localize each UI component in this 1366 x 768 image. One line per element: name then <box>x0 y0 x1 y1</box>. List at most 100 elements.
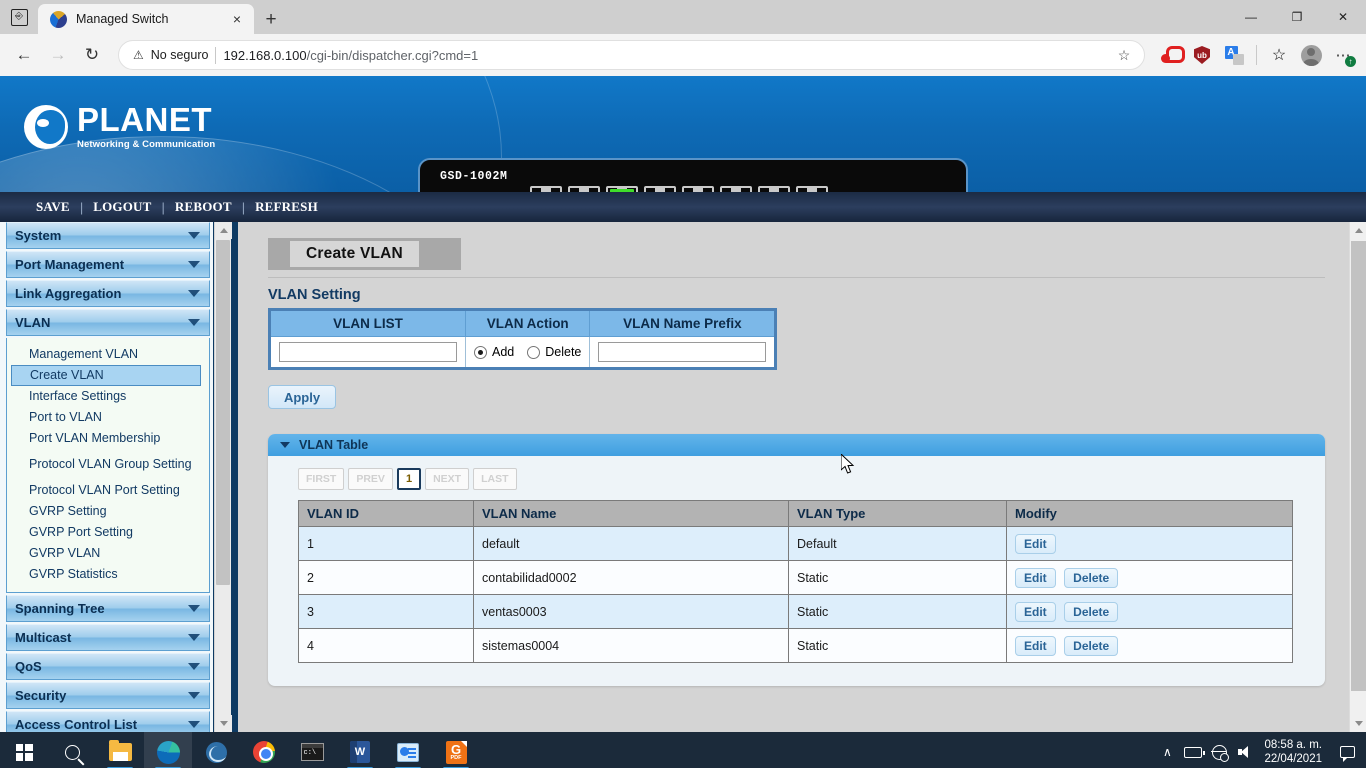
save-button[interactable]: SAVE <box>26 199 80 215</box>
port-jack-icon <box>758 186 790 192</box>
sidebar-scroll-up-icon[interactable] <box>215 222 232 239</box>
address-bar[interactable]: ⚠ No seguro 192.168.0.100/cgi-bin/dispat… <box>118 40 1145 70</box>
browser-tab[interactable]: Managed Switch × <box>38 4 254 34</box>
sidebar-item-interface-settings[interactable]: Interface Settings <box>7 386 209 407</box>
close-tab-icon[interactable]: × <box>226 8 248 30</box>
sidebar-item-management-vlan[interactable]: Management VLAN <box>7 344 209 365</box>
sidebar-scrollbar[interactable] <box>214 222 231 732</box>
adblock-extension-icon[interactable] <box>1155 40 1185 70</box>
sidebar-group-multicast[interactable]: Multicast <box>6 624 210 651</box>
radio-add[interactable] <box>474 346 487 359</box>
ublock-shield-icon[interactable]: ub <box>1187 40 1217 70</box>
search-button[interactable] <box>48 732 96 768</box>
edit-button[interactable]: Edit <box>1015 568 1056 588</box>
word-button[interactable]: W <box>336 732 384 768</box>
sidebar-group-access-control-list[interactable]: Access Control List <box>6 711 210 732</box>
sidebar-group-label: Port Management <box>15 257 124 272</box>
radio-delete[interactable] <box>527 346 540 359</box>
port-8[interactable]: 8 <box>796 186 828 192</box>
edge-button[interactable] <box>144 732 192 768</box>
sidebar-item-protocol-vlan-port-setting[interactable]: Protocol VLAN Port Setting <box>7 480 209 501</box>
sidebar-item-gvrp-statistics[interactable]: GVRP Statistics <box>7 564 209 585</box>
minimize-button[interactable]: — <box>1228 0 1274 34</box>
sidebar-item-port-to-vlan[interactable]: Port to VLAN <box>7 407 209 428</box>
back-button[interactable]: ← <box>8 39 40 71</box>
port-2[interactable]: 2 <box>568 186 600 192</box>
url-text: 192.168.0.100/cgi-bin/dispatcher.cgi?cmd… <box>223 48 478 63</box>
page-scroll-down-icon[interactable] <box>1350 715 1366 732</box>
pagination-prev[interactable]: PREV <box>348 468 393 490</box>
sidebar-group-link-aggregation[interactable]: Link Aggregation <box>6 280 210 307</box>
sidebar-scrollbar-thumb[interactable] <box>216 240 230 585</box>
chrome-button[interactable] <box>240 732 288 768</box>
sidebar-group-system[interactable]: System <box>6 222 210 249</box>
apply-button[interactable]: Apply <box>268 385 336 409</box>
pagination-page-1[interactable]: 1 <box>397 468 421 490</box>
cell-vlan-id: 4 <box>299 629 474 663</box>
port-3[interactable]: 3 <box>606 186 638 192</box>
battery-icon[interactable] <box>1180 732 1206 768</box>
sidebar-group-spanning-tree[interactable]: Spanning Tree <box>6 595 210 622</box>
port-5[interactable]: 5 <box>682 186 714 192</box>
edit-button[interactable]: Edit <box>1015 534 1056 554</box>
vlan-name-prefix-input[interactable] <box>598 342 766 362</box>
sidebar-group-qos[interactable]: QoS <box>6 653 210 680</box>
sidebar-item-protocol-vlan-group-setting[interactable]: Protocol VLAN Group Setting <box>7 449 209 480</box>
sidebar-item-gvrp-setting[interactable]: GVRP Setting <box>7 501 209 522</box>
delete-button[interactable]: Delete <box>1064 636 1118 656</box>
chevron-down-icon <box>188 605 200 612</box>
sidebar-item-gvrp-port-setting[interactable]: GVRP Port Setting <box>7 522 209 543</box>
sidebar-group-port-management[interactable]: Port Management <box>6 251 210 278</box>
reload-button[interactable]: ↻ <box>76 39 108 71</box>
add-favorite-icon[interactable]: ☆ <box>1110 41 1138 69</box>
pagination-last[interactable]: LAST <box>473 468 516 490</box>
sidebar-group-security[interactable]: Security <box>6 682 210 709</box>
delete-button[interactable]: Delete <box>1064 568 1118 588</box>
page-body: System Port Management Link Aggregation … <box>0 222 1366 732</box>
pdf-sub-glyph: PDF <box>451 755 462 761</box>
page-scroll-up-icon[interactable] <box>1350 222 1366 239</box>
vlan-list-input[interactable] <box>279 342 457 362</box>
sidebar-item-create-vlan[interactable]: Create VLAN <box>11 365 201 386</box>
volume-icon[interactable] <box>1232 732 1258 768</box>
logout-button[interactable]: LOGOUT <box>83 199 161 215</box>
pagination-first[interactable]: FIRST <box>298 468 344 490</box>
settings-more-icon[interactable]: ⋯↑ <box>1328 40 1358 70</box>
show-hidden-icons-button[interactable]: ∧ <box>1154 732 1180 768</box>
port-7[interactable]: 7 <box>758 186 790 192</box>
presentation-button[interactable] <box>384 732 432 768</box>
sidebar-item-gvrp-vlan[interactable]: GVRP VLAN <box>7 543 209 564</box>
start-button[interactable] <box>0 732 48 768</box>
forward-button[interactable]: → <box>42 39 74 71</box>
reboot-button[interactable]: REBOOT <box>165 199 242 215</box>
delete-button[interactable]: Delete <box>1064 602 1118 622</box>
sidebar-group-vlan[interactable]: VLAN <box>6 309 210 336</box>
file-explorer-button[interactable] <box>96 732 144 768</box>
sidebar-item-port-vlan-membership[interactable]: Port VLAN Membership <box>7 428 209 449</box>
port-4[interactable]: 4 <box>644 186 676 192</box>
port-6[interactable]: 6 <box>720 186 752 192</box>
command-prompt-button[interactable] <box>288 732 336 768</box>
blue-app-button[interactable] <box>192 732 240 768</box>
clock[interactable]: 08:58 a. m. 22/04/2021 <box>1258 738 1332 766</box>
collections-icon[interactable]: ☆ <box>1264 40 1294 70</box>
refresh-button[interactable]: REFRESH <box>245 199 328 215</box>
profile-avatar[interactable] <box>1296 40 1326 70</box>
collapse-caret-icon[interactable] <box>280 442 290 448</box>
vlan-table-panel-header[interactable]: VLAN Table <box>268 434 1325 456</box>
notification-center-button[interactable] <box>1332 732 1362 768</box>
page-scrollbar[interactable] <box>1349 222 1366 732</box>
close-window-button[interactable]: ✕ <box>1320 0 1366 34</box>
pdf-button[interactable]: G PDF <box>432 732 480 768</box>
pagination-next[interactable]: NEXT <box>425 468 469 490</box>
edit-button[interactable]: Edit <box>1015 602 1056 622</box>
url-path: /cgi-bin/dispatcher.cgi?cmd=1 <box>307 48 479 63</box>
sidebar-scroll-down-icon[interactable] <box>215 715 232 732</box>
page-scrollbar-thumb[interactable] <box>1351 241 1366 691</box>
edit-button[interactable]: Edit <box>1015 636 1056 656</box>
port-1[interactable]: 1 <box>530 186 562 192</box>
translate-extension-icon[interactable] <box>1219 40 1249 70</box>
network-disconnected-icon[interactable] <box>1206 732 1232 768</box>
new-tab-button[interactable]: + <box>256 6 286 34</box>
maximize-button[interactable]: ❐ <box>1274 0 1320 34</box>
